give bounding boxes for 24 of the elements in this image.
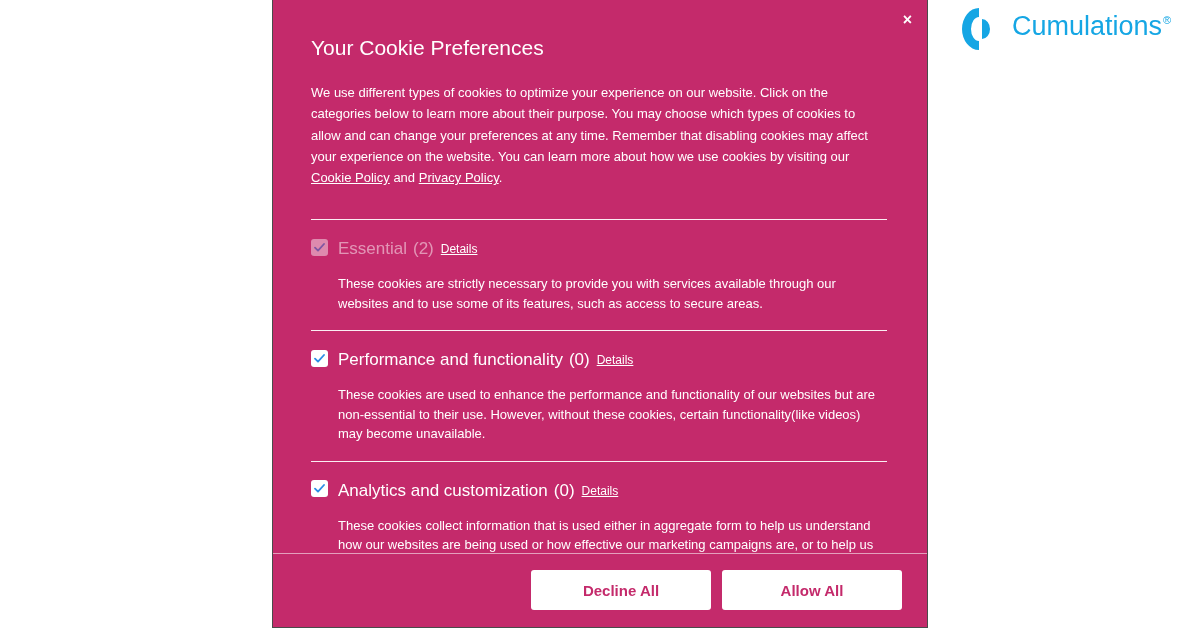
checkmark-icon — [314, 243, 325, 252]
checkbox[interactable] — [311, 480, 328, 498]
checkmark-icon — [314, 354, 325, 363]
action-button[interactable]: Decline All — [531, 570, 711, 610]
action-button[interactable]: Allow All — [722, 570, 902, 610]
category-count: (0) — [568, 350, 590, 371]
category-name: Essential — [338, 239, 407, 260]
category-name: Analytics and customization — [338, 481, 548, 501]
details-link[interactable]: Details — [596, 353, 634, 368]
category-description: These cookies are strictly necessary to provide you with services available through our websites and to use some of its features, such as access to secure areas. — [338, 275, 837, 313]
close-button[interactable]: × — [900, 11, 914, 29]
intro-text: We use different types of cookies to optimize your experience on our website. Click on the categories below to learn more about their purpose. You may choose which types of cookies to allow and can change your preferences at any time. Remember that disabling cookies may affect your experience on the website. You can learn more about how we use cookies by visiting our Cookie Policy and Privacy Policy. — [311, 84, 869, 188]
policy-link[interactable]: Cookie Policy — [311, 170, 390, 186]
logo-text: Cumulations$^{®}$ — [1012, 10, 1172, 43]
category-count: (0) — [553, 481, 575, 501]
details-link[interactable]: Details — [581, 484, 619, 498]
category-count: (2) — [413, 239, 434, 260]
policy-link[interactable]: Privacy Policy — [418, 170, 499, 186]
checkbox[interactable] — [311, 350, 328, 367]
dialog-title: Your Cookie Preferences — [311, 35, 545, 61]
category-description: These cookies collect information that is used either in aggregate form to help us understand how our websites are being used or how effective our marketing campaigns are, or to help us — [338, 517, 875, 553]
category-name: Performance and functionality — [338, 350, 563, 371]
checkmark-icon — [314, 484, 325, 494]
category-description: These cookies are used to enhance the performance and functionality of our websites but are non-essential to their use. However, without these cookies, certain functionality(like videos) may become unavailable. — [338, 386, 876, 444]
